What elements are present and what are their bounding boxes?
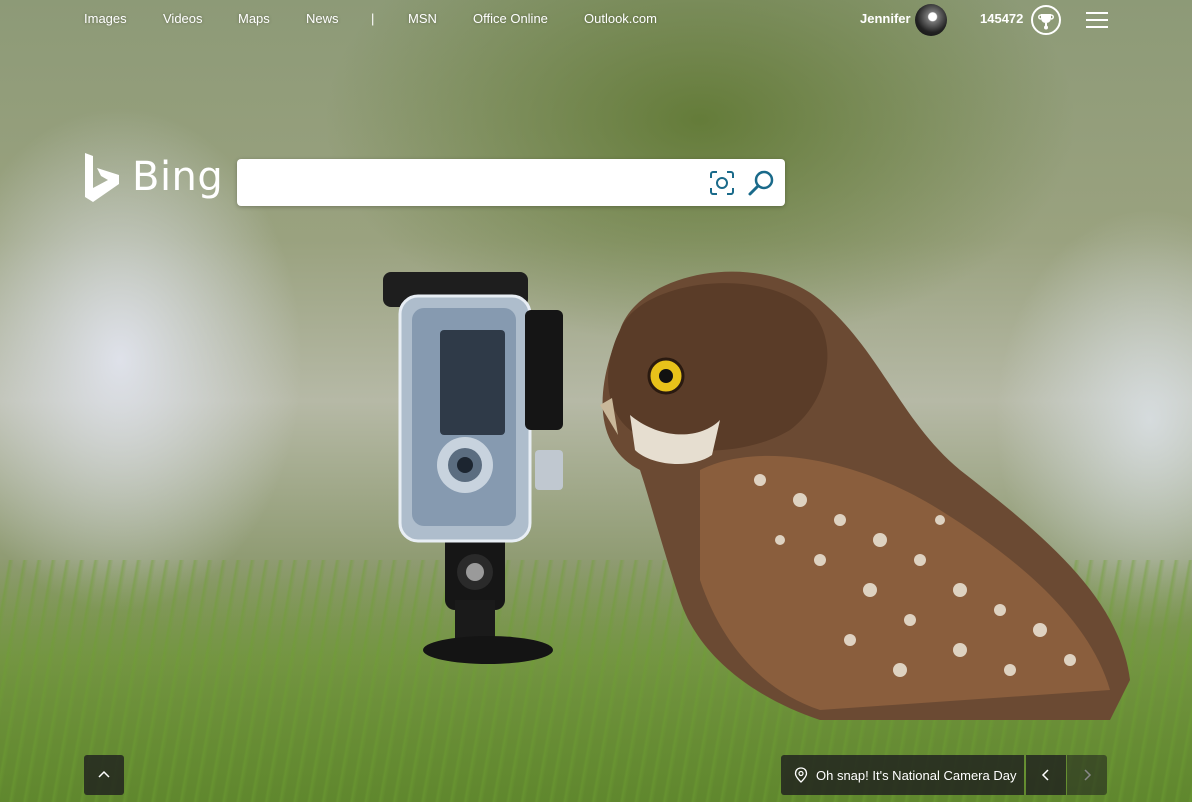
image-caption[interactable]: Oh snap! It's National Camera Day: [781, 755, 1024, 795]
avatar[interactable]: [915, 4, 947, 36]
next-image-button[interactable]: [1067, 755, 1107, 795]
scroll-up-button[interactable]: [84, 755, 124, 795]
bing-logo-text: Bing: [132, 154, 224, 200]
nav-link-news[interactable]: News: [306, 11, 339, 26]
nav-link-msn[interactable]: MSN: [408, 11, 437, 26]
nav-separator: |: [371, 11, 375, 26]
bing-logo-mark-icon: [85, 153, 119, 202]
bing-logo[interactable]: Bing: [84, 152, 223, 204]
nav-link-videos[interactable]: Videos: [163, 11, 203, 26]
hamburger-menu-icon[interactable]: [1086, 12, 1108, 28]
chevron-up-icon: [98, 770, 110, 778]
search-input[interactable]: [249, 167, 703, 199]
search-box: [237, 159, 785, 206]
magnifier-icon: [748, 170, 774, 196]
nav-link-office-online[interactable]: Office Online: [473, 11, 548, 26]
nav-link-maps[interactable]: Maps: [238, 11, 270, 26]
camera-scan-icon[interactable]: [708, 169, 736, 197]
chevron-right-icon: [1084, 769, 1092, 781]
nav-link-images[interactable]: Images: [84, 11, 127, 26]
rewards-points[interactable]: 145472: [980, 11, 1023, 26]
caption-text: Oh snap! It's National Camera Day: [816, 768, 1017, 783]
top-nav: Images Videos Maps News | MSN Office Onl…: [0, 0, 1192, 40]
search-button[interactable]: [746, 168, 776, 198]
map-pin-icon: [794, 767, 808, 783]
nav-link-outlook[interactable]: Outlook.com: [584, 11, 657, 26]
previous-image-button[interactable]: [1026, 755, 1066, 795]
chevron-left-icon: [1041, 769, 1049, 781]
background-image: [0, 0, 1192, 802]
trophy-icon[interactable]: [1031, 5, 1061, 35]
account-name[interactable]: Jennifer: [860, 11, 911, 26]
